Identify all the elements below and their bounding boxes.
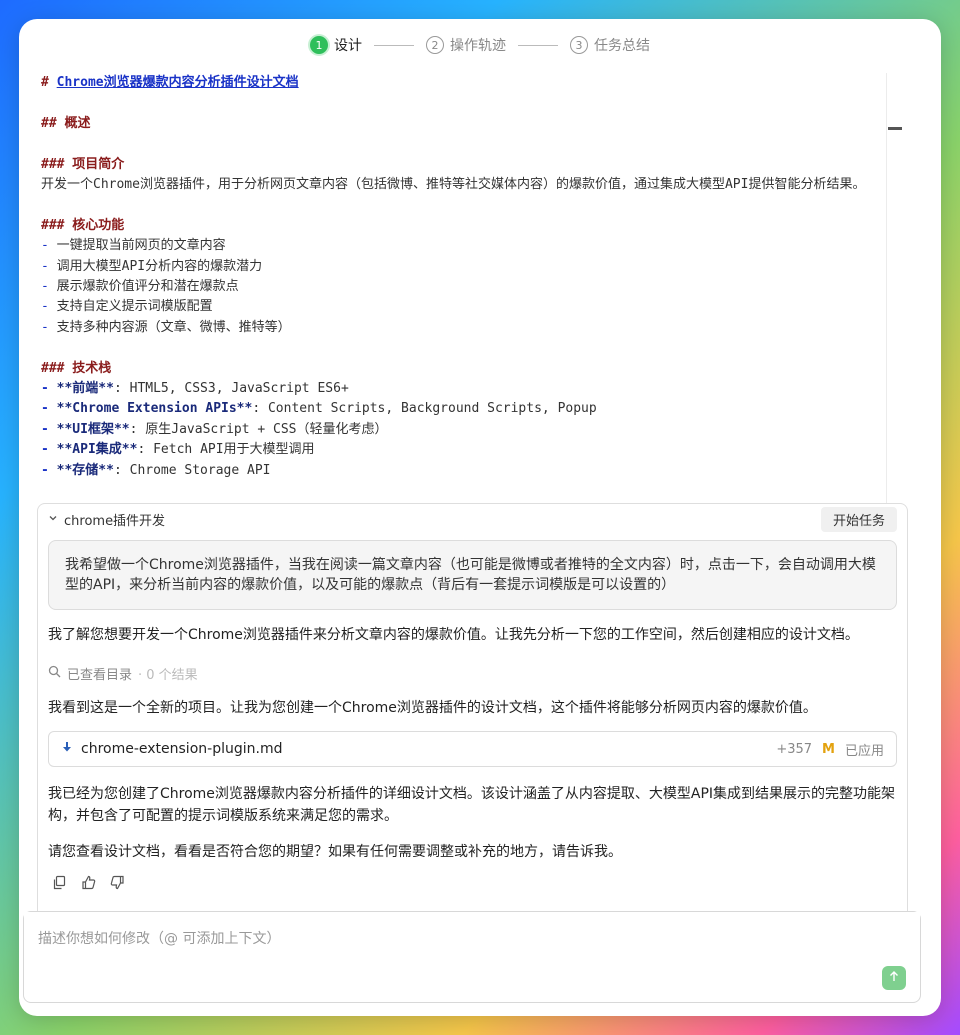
chat-panel: chrome插件开发 开始任务 我希望做一个Chrome浏览器插件，当我在阅读一…: [37, 503, 908, 913]
send-button[interactable]: [882, 966, 906, 990]
chat-title-toggle[interactable]: chrome插件开发: [48, 510, 165, 529]
stack-value: : HTML5, CSS3, JavaScript ES6+: [113, 381, 349, 397]
doc-intro-text: 开发一个Chrome浏览器插件，用于分析网页文章内容（包括微博、推特等社交媒体内…: [41, 177, 866, 192]
step-number: 3: [570, 36, 588, 54]
user-message: 我希望做一个Chrome浏览器插件，当我在阅读一篇文章内容（也可能是微博或者推特…: [48, 540, 897, 610]
doc-h1: # Chrome浏览器爆款内容分析插件设计文档: [41, 73, 886, 93]
core-item-text: 展示爆款价值评分和潜在爆款点: [56, 279, 239, 295]
arrow-up-icon: [888, 970, 900, 986]
file-name: chrome-extension-plugin.md: [81, 741, 283, 757]
stack-value: : 原生JavaScript + CSS（轻量化考虑）: [129, 421, 388, 437]
thumbs-up-icon[interactable]: [81, 875, 96, 894]
assistant-message: 我已经为您创建了Chrome浏览器爆款内容分析插件的详细设计文档。该设计涵盖了从…: [48, 786, 896, 824]
stack-item: - **UI框架**: 原生JavaScript + CSS（轻量化考虑）: [41, 421, 388, 437]
thumbs-down-icon[interactable]: [110, 875, 125, 894]
step-summary[interactable]: 3 任务总结: [570, 35, 650, 55]
step-design[interactable]: 1 设计: [310, 35, 362, 55]
stepper: 1 设计 2 操作轨迹 3 任务总结: [19, 33, 941, 57]
core-item: - 一键提取当前网页的文章内容: [41, 238, 226, 254]
core-item-text: 一键提取当前网页的文章内容: [56, 238, 226, 254]
core-item-text: 支持多种内容源（文章、微博、推特等）: [56, 319, 291, 335]
stack-item: - **存储**: Chrome Storage API: [41, 462, 271, 478]
doc-h2-overview: ## 概述: [41, 115, 91, 131]
stack-key: **Chrome Extension APIs**: [56, 401, 253, 417]
stack-key: **前端**: [56, 381, 114, 397]
stack-key: **存储**: [56, 462, 114, 478]
app-window: 1 设计 2 操作轨迹 3 任务总结 # Chrome浏览器爆款内容分析插件设计…: [19, 19, 941, 1016]
chat-title: chrome插件开发: [64, 513, 166, 529]
applied-status: 已应用: [844, 743, 884, 759]
stack-item: - **前端**: HTML5, CSS3, JavaScript ES6+: [41, 381, 349, 397]
doc-h3-intro: ### 项目简介: [41, 156, 125, 172]
h1-marker: #: [41, 75, 57, 90]
chevron-down-icon: [48, 512, 58, 527]
doc-scroll-marker[interactable]: [888, 127, 902, 130]
step-label: 任务总结: [594, 38, 650, 54]
doc-h3-core: ### 核心功能: [41, 217, 125, 233]
assistant-message: 请您查看设计文档，看看是否符合您的期望？如果有任何需要调整或补充的地方，请告诉我…: [48, 844, 622, 860]
step-number: 1: [310, 36, 328, 54]
message-actions: [52, 875, 897, 894]
core-item: - 支持自定义提示词模版配置: [41, 299, 213, 315]
stack-item: - **API集成**: Fetch API用于大模型调用: [41, 442, 315, 458]
step-label: 设计: [334, 38, 362, 54]
step-label: 操作轨迹: [450, 38, 506, 54]
search-result-count: · 0 个结果: [138, 668, 198, 683]
core-item: - 支持多种内容源（文章、微博、推特等）: [41, 319, 291, 335]
stack-key: **API集成**: [56, 442, 138, 458]
search-label: 已查看目录: [67, 668, 133, 683]
tool-result-search[interactable]: 已查看目录 · 0 个结果: [48, 664, 897, 683]
stack-value: : Fetch API用于大模型调用: [137, 442, 315, 458]
chat-header: chrome插件开发 开始任务: [38, 504, 907, 534]
doc-h3-stack: ### 技术栈: [41, 360, 112, 376]
core-item: - 调用大模型API分析内容的爆款潜力: [41, 258, 263, 274]
step-divider: [374, 44, 414, 46]
doc-title-link[interactable]: Chrome浏览器爆款内容分析插件设计文档: [57, 75, 299, 90]
start-task-button[interactable]: 开始任务: [820, 506, 897, 532]
step-divider: [518, 44, 558, 46]
file-change-card[interactable]: chrome-extension-plugin.md +357 M 已应用: [48, 731, 897, 767]
doc-scrollbar-track[interactable]: [886, 73, 887, 503]
search-icon: [48, 665, 61, 682]
copy-icon[interactable]: [52, 875, 67, 894]
stack-value: : Content Scripts, Background Scripts, P…: [252, 401, 597, 417]
prompt-input[interactable]: [24, 912, 920, 972]
core-item-text: 支持自定义提示词模版配置: [56, 299, 213, 315]
core-item: - 展示爆款价值评分和潜在爆款点: [41, 279, 239, 295]
step-number: 2: [426, 36, 444, 54]
assistant-message: 我看到这是一个全新的项目。让我为您创建一个Chrome浏览器插件的设计文档，这个…: [48, 700, 817, 716]
modified-badge: M: [822, 741, 835, 757]
diff-count: +357: [776, 741, 813, 757]
stack-key: **UI框架**: [56, 421, 130, 437]
assistant-message: 我了解您想要开发一个Chrome浏览器插件来分析文章内容的爆款价值。让我先分析一…: [48, 627, 859, 643]
download-arrow-icon: [61, 741, 73, 757]
stack-item: - **Chrome Extension APIs**: Content Scr…: [41, 401, 597, 417]
step-trace[interactable]: 2 操作轨迹: [426, 35, 506, 55]
stack-value: : Chrome Storage API: [113, 462, 271, 478]
prompt-input-box: [23, 911, 921, 1003]
design-document[interactable]: # Chrome浏览器爆款内容分析插件设计文档 ## 概述 ### 项目简介 开…: [41, 73, 886, 503]
core-item-text: 调用大模型API分析内容的爆款潜力: [56, 258, 263, 274]
